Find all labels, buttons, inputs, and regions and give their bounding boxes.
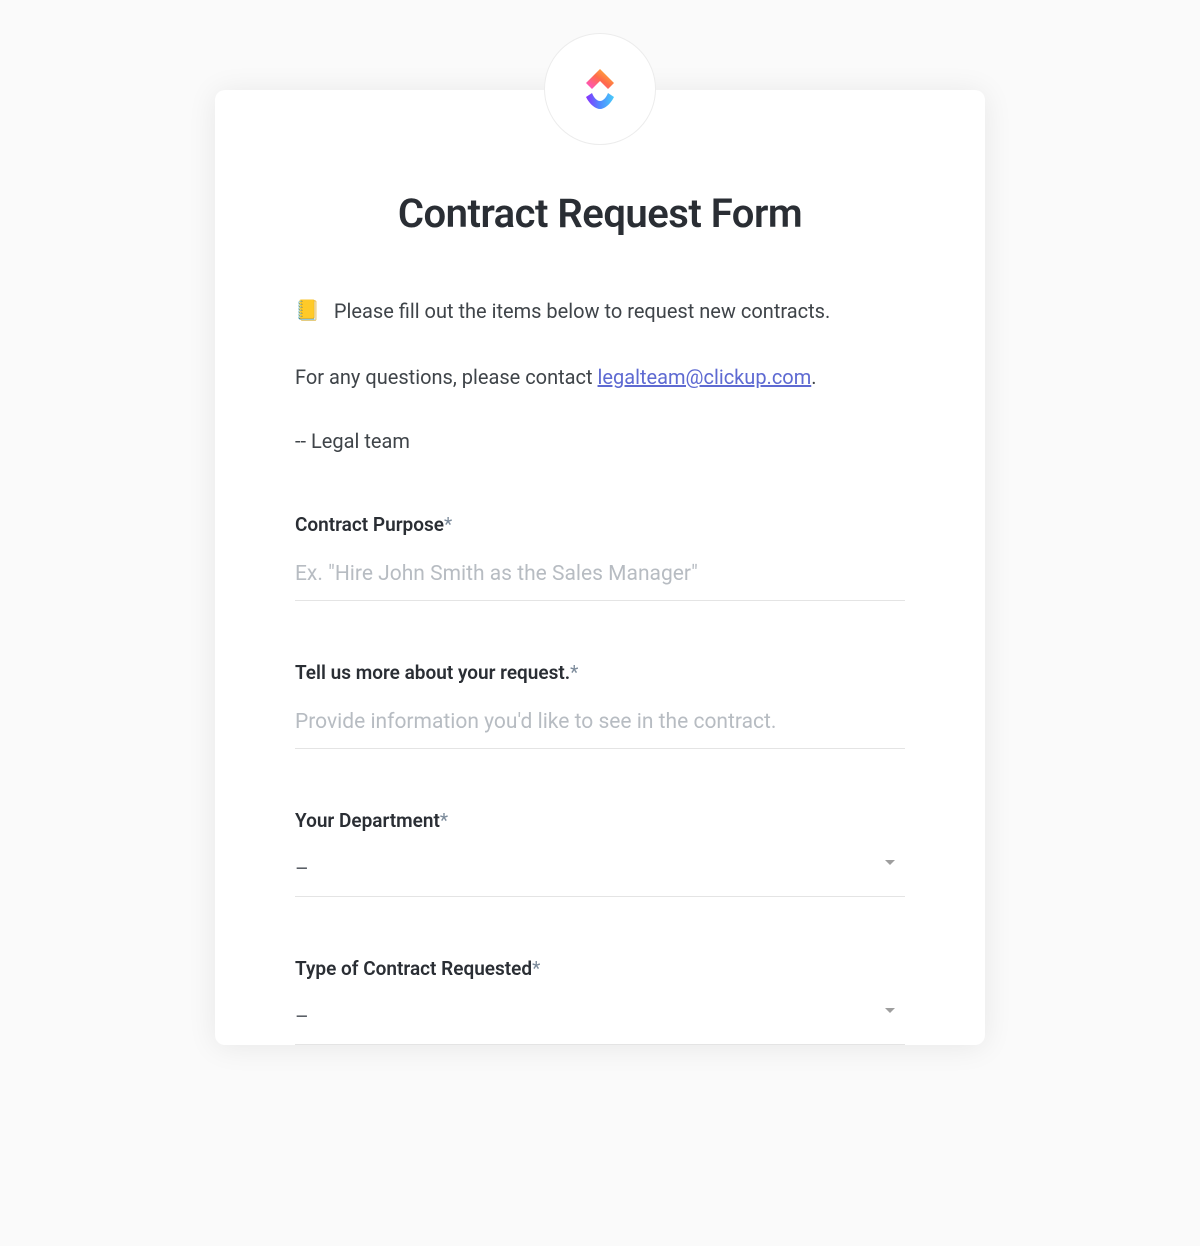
intro-text: Please fill out the items below to reque… [334,297,830,325]
form-card: Contract Request Form 📒 Please fill out … [215,90,985,1045]
signature-line: -- Legal team [295,429,905,453]
contract-type-label: Type of Contract Requested* [295,957,905,980]
tell-more-label: Tell us more about your request.* [295,661,905,684]
field-contract-type: Type of Contract Requested* – [295,957,905,1045]
clickup-logo-icon [576,65,624,113]
notepad-icon: 📒 [295,297,320,323]
field-department: Your Department* – [295,809,905,897]
contract-purpose-input[interactable] [295,554,905,601]
required-asterisk: * [532,957,540,980]
logo-badge [544,33,656,145]
chevron-down-icon [885,860,895,865]
contract-type-select[interactable]: – [295,998,905,1045]
department-label: Your Department* [295,809,905,832]
required-asterisk: * [440,809,448,832]
department-select[interactable]: – [295,850,905,897]
contact-line: For any questions, please contact legalt… [295,363,905,391]
form-title: Contract Request Form [295,190,905,237]
required-asterisk: * [444,513,452,536]
contract-type-value: – [295,1006,309,1030]
contact-email-link[interactable]: legalteam@clickup.com [598,365,812,389]
field-contract-purpose: Contract Purpose* [295,513,905,601]
required-asterisk: * [570,661,578,684]
field-tell-more: Tell us more about your request.* [295,661,905,749]
contact-pre: For any questions, please contact [295,365,598,389]
contract-purpose-label: Contract Purpose* [295,513,905,536]
department-value: – [295,858,309,882]
tell-more-input[interactable] [295,702,905,749]
contact-post: . [811,365,816,389]
chevron-down-icon [885,1008,895,1013]
intro-row: 📒 Please fill out the items below to req… [295,297,905,325]
